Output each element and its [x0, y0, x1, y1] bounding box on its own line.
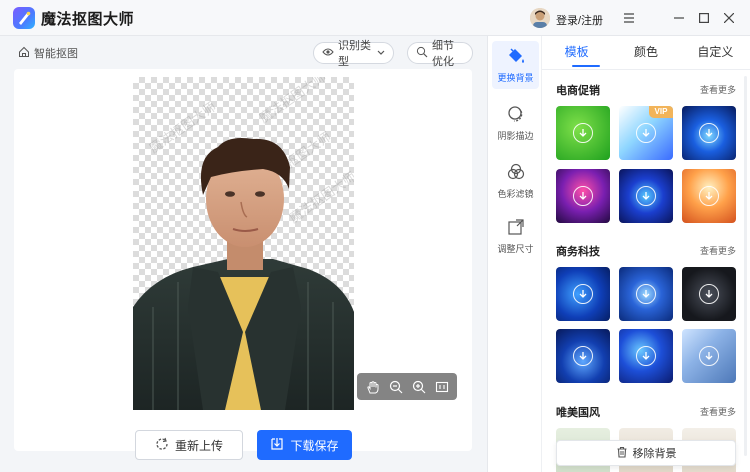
template-thumb[interactable]: [682, 267, 736, 321]
remove-background-label: 移除背景: [632, 448, 677, 460]
rail-item-label: 更换背景: [497, 73, 534, 83]
remove-background-button[interactable]: 移除背景: [556, 440, 736, 466]
user-avatar[interactable]: [530, 8, 550, 28]
app-logo: [13, 7, 35, 29]
reupload-label: 重新上传: [174, 438, 223, 453]
template-thumb[interactable]: VIP: [619, 106, 673, 160]
view-more-link[interactable]: 查看更多: [700, 83, 736, 96]
download-circle-icon: [636, 284, 656, 304]
magic-search-icon: [416, 46, 428, 61]
trash-icon: [616, 446, 628, 461]
maximize-button[interactable]: [694, 8, 714, 28]
download-save-label: 下载保存: [290, 438, 339, 453]
login-register-link[interactable]: 登录/注册: [556, 12, 603, 28]
editor-area: 智能抠图 识别类型 细节优化 魔法抠图大师 魔法抠图大师 魔法抠图大师 魔法抠图…: [0, 36, 487, 472]
menu-icon[interactable]: [619, 8, 639, 28]
template-thumb[interactable]: [619, 169, 673, 223]
hand-pan-icon[interactable]: [365, 379, 381, 395]
detail-optimize-label: 细节优化: [432, 40, 454, 68]
reupload-button[interactable]: 重新上传: [135, 430, 243, 460]
app-title: 魔法抠图大师: [41, 11, 135, 28]
template-thumb[interactable]: [556, 267, 610, 321]
download-save-button[interactable]: 下载保存: [257, 430, 352, 460]
view-more-link[interactable]: 查看更多: [700, 405, 736, 418]
section-title-business-tech: 商务科技: [556, 246, 600, 258]
tab-colors[interactable]: 颜色: [611, 44, 680, 68]
download-circle-icon: [699, 284, 719, 304]
fit-screen-icon[interactable]: [434, 379, 450, 395]
rail-item-label: 阴影描边: [497, 131, 534, 141]
download-circle-icon: [573, 346, 593, 366]
breadcrumb-label: 智能抠图: [34, 48, 78, 60]
rail-item-label: 调整尺寸: [497, 244, 534, 254]
resize-icon: [506, 217, 526, 239]
download-icon: [270, 437, 284, 454]
template-thumb[interactable]: [682, 329, 736, 383]
breadcrumb[interactable]: 智能抠图: [18, 45, 78, 61]
section-title-chinese-style: 唯美国风: [556, 407, 600, 419]
download-circle-icon: [699, 186, 719, 206]
tab-custom[interactable]: 自定义: [681, 44, 750, 68]
divider: [542, 69, 750, 70]
detail-optimize-button[interactable]: 细节优化: [407, 40, 473, 68]
home-icon: [18, 46, 30, 61]
rail-item-shadow-stroke[interactable]: 阴影描边: [492, 99, 539, 147]
template-thumb[interactable]: [682, 106, 736, 160]
rail-item-resize[interactable]: 调整尺寸: [492, 212, 539, 260]
refresh-icon: [155, 437, 169, 454]
eye-icon: [322, 47, 334, 60]
tool-rail: 更换背景 阴影描边 色彩滤镜 调整尺寸: [487, 36, 542, 472]
template-panel: 模板 颜色 自定义 电商促销 查看更多 VIP 商务科技 查看更多 唯美国风 查…: [542, 36, 750, 472]
template-thumb[interactable]: [619, 329, 673, 383]
rail-item-label: 色彩滤镜: [497, 189, 534, 199]
download-circle-icon: [573, 123, 593, 143]
close-button[interactable]: [719, 8, 739, 28]
template-thumb[interactable]: [619, 267, 673, 321]
rail-item-change-background[interactable]: 更换背景: [492, 41, 539, 89]
title-bar: 魔法抠图大师 登录/注册: [0, 0, 750, 36]
rail-item-color-filter[interactable]: 色彩滤镜: [492, 157, 539, 205]
vip-badge: VIP: [649, 106, 673, 118]
paint-bucket-icon: [506, 46, 526, 68]
view-more-link[interactable]: 查看更多: [700, 244, 736, 257]
recognize-type-label: 识别类型: [338, 40, 371, 68]
zoom-in-icon[interactable]: [411, 379, 427, 395]
download-circle-icon: [636, 123, 656, 143]
minimize-button[interactable]: [669, 8, 689, 28]
download-circle-icon: [699, 123, 719, 143]
download-circle-icon: [636, 346, 656, 366]
zoom-out-icon[interactable]: [388, 379, 404, 395]
panel-scrollbar[interactable]: [744, 76, 747, 456]
shadow-circle-icon: [506, 104, 526, 126]
person-cutout: [133, 138, 354, 410]
template-thumb[interactable]: [682, 169, 736, 223]
download-circle-icon: [573, 186, 593, 206]
section-title-ecommerce: 电商促销: [556, 85, 600, 97]
download-circle-icon: [636, 186, 656, 206]
download-circle-icon: [699, 346, 719, 366]
active-tab-indicator: [572, 65, 600, 67]
canvas-card: 魔法抠图大师 魔法抠图大师 魔法抠图大师 魔法抠图大师: [14, 69, 472, 451]
cutout-canvas[interactable]: 魔法抠图大师 魔法抠图大师 魔法抠图大师 魔法抠图大师: [133, 77, 354, 410]
template-thumb[interactable]: [556, 329, 610, 383]
template-thumb[interactable]: [556, 106, 610, 160]
download-circle-icon: [573, 284, 593, 304]
chevron-down-icon: [377, 47, 385, 59]
zoom-toolbar: [357, 373, 457, 400]
recognize-type-dropdown[interactable]: 识别类型: [313, 40, 394, 68]
template-thumb[interactable]: [556, 169, 610, 223]
color-filter-icon: [506, 162, 526, 184]
